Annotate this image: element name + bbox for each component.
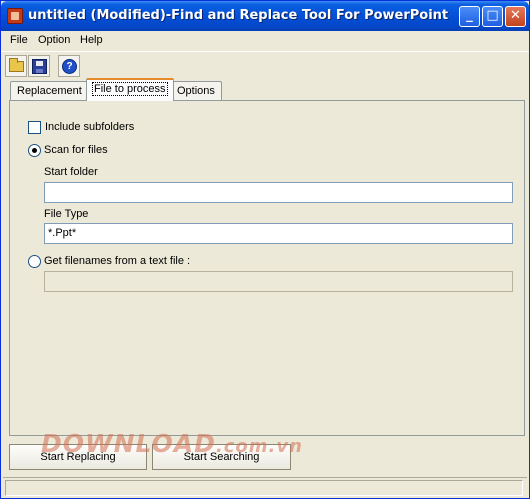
scan-for-files-radio[interactable] (28, 144, 41, 157)
save-button[interactable] (28, 55, 50, 77)
window-title: untitled (Modified)-Find and Replace Too… (28, 8, 449, 23)
tab-options-label: Options (177, 85, 215, 97)
menu-option[interactable]: Option (38, 34, 70, 46)
status-pane (5, 480, 523, 496)
file-to-process-panel: Include subfolders Scan for files Start … (9, 100, 525, 436)
close-button[interactable]: ✕ (505, 6, 526, 27)
get-filenames-label[interactable]: Get filenames from a text file : (44, 255, 190, 267)
include-subfolders-checkbox[interactable] (28, 121, 41, 134)
menu-bar: File Option Help (1, 31, 529, 50)
tab-replacement[interactable]: Replacement (10, 81, 89, 101)
menu-help[interactable]: Help (80, 34, 103, 46)
menu-file[interactable]: File (10, 34, 28, 46)
title-bar[interactable]: untitled (Modified)-Find and Replace Too… (1, 1, 529, 31)
status-bar (3, 477, 527, 497)
minimize-button[interactable]: _ (459, 6, 480, 27)
text-file-input[interactable] (44, 271, 513, 292)
include-subfolders-label[interactable]: Include subfolders (45, 121, 134, 133)
get-filenames-radio[interactable] (28, 255, 41, 268)
start-searching-button[interactable]: Start Searching (152, 444, 291, 470)
maximize-button[interactable]: □ (482, 6, 503, 27)
file-type-label: File Type (44, 208, 89, 220)
file-type-input[interactable]: *.Ppt* (44, 223, 513, 244)
open-button[interactable] (5, 55, 27, 77)
toolbar: ? (1, 51, 529, 79)
start-folder-label: Start folder (44, 166, 98, 178)
tab-options[interactable]: Options (170, 81, 222, 101)
save-disk-icon (32, 59, 47, 74)
app-icon[interactable] (7, 8, 23, 24)
help-icon: ? (62, 59, 77, 74)
tab-file-to-process[interactable]: File to process (86, 78, 174, 101)
scan-for-files-label[interactable]: Scan for files (44, 144, 108, 156)
tab-file-to-process-label: File to process (92, 82, 168, 96)
tab-replacement-label: Replacement (17, 85, 82, 97)
open-folder-icon (9, 58, 24, 72)
start-folder-input[interactable] (44, 182, 513, 203)
app-window: untitled (Modified)-Find and Replace Too… (0, 0, 530, 499)
help-button[interactable]: ? (58, 55, 80, 77)
start-replacing-button[interactable]: Start Replacing (9, 444, 147, 470)
